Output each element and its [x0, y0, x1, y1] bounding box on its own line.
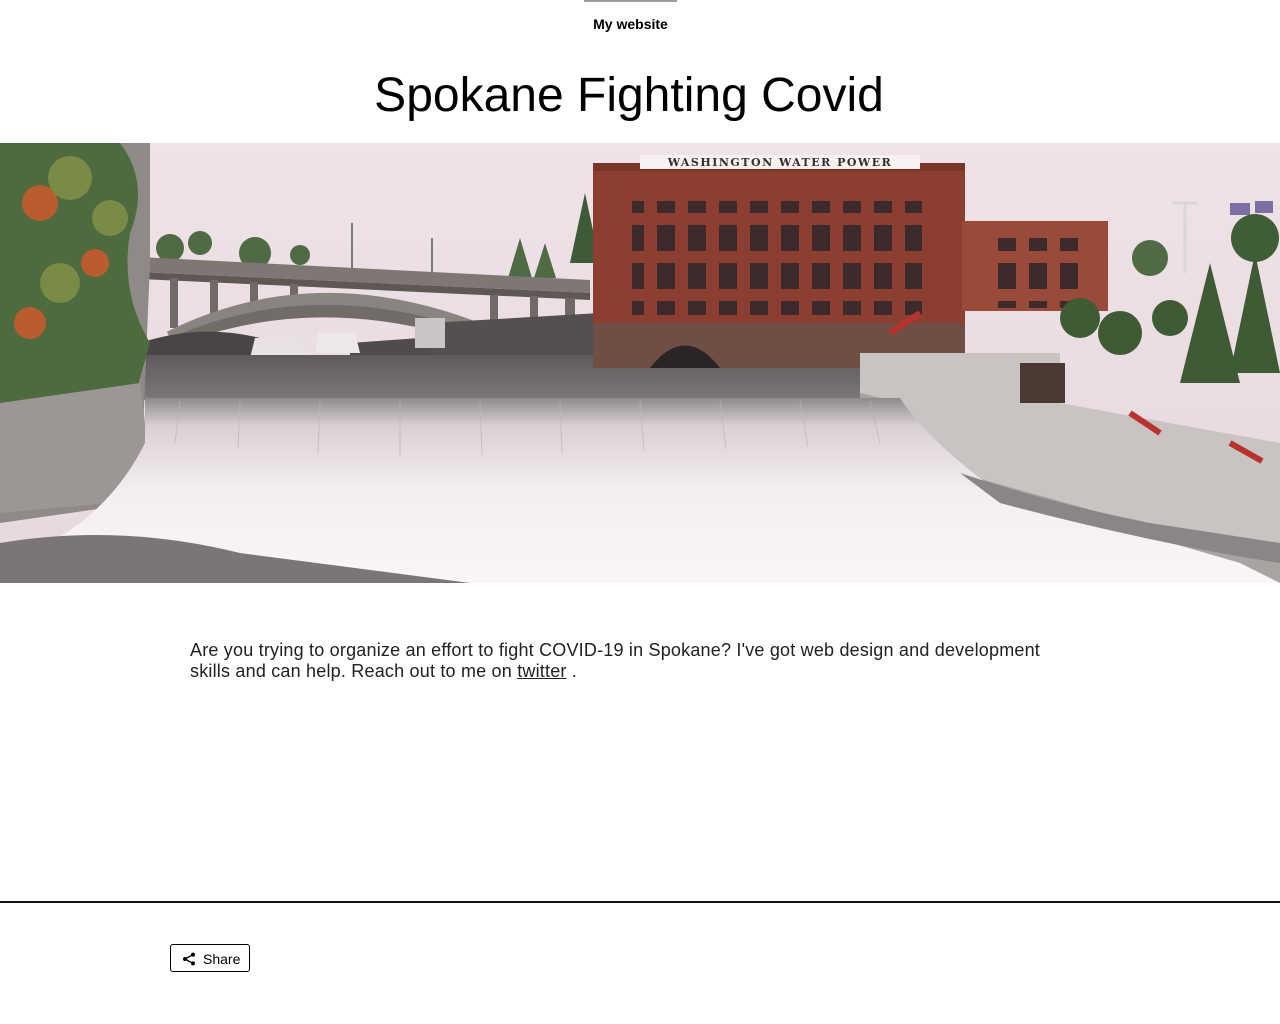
- share-icon: [183, 952, 195, 966]
- page-title: Spokane Fighting Covid: [374, 69, 884, 122]
- intro-text: Are you trying to organize an effort to …: [190, 640, 1041, 681]
- nav-item-label: My website: [593, 16, 668, 32]
- hero-waterfall-illustration: WASHINGTON WATER POWER: [0, 143, 1280, 583]
- nav-active-indicator: [584, 0, 677, 2]
- building-sign: WASHINGTON WATER POWER: [667, 156, 893, 169]
- share-button[interactable]: Share: [170, 944, 250, 972]
- share-button-label: Share: [203, 951, 241, 967]
- footer-divider: [0, 901, 1280, 903]
- intro-paragraph: Are you trying to organize an effort to …: [190, 640, 1070, 682]
- page: My website Spokane Fighting Covid WASHIN…: [0, 0, 1280, 1024]
- hero-image: WASHINGTON WATER POWER: [0, 143, 1280, 583]
- trailing-text: .: [566, 661, 577, 681]
- twitter-link[interactable]: twitter: [517, 661, 566, 681]
- nav-item-my-website[interactable]: My website: [584, 0, 677, 40]
- top-navigation: My website: [0, 0, 1280, 44]
